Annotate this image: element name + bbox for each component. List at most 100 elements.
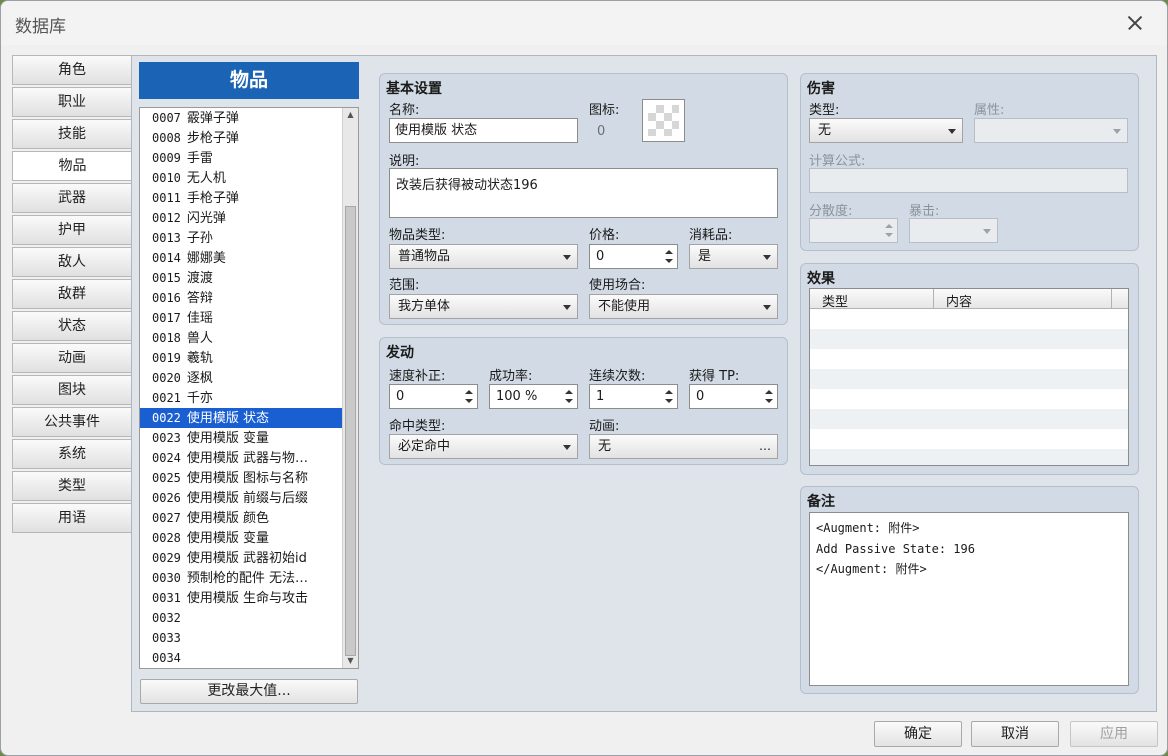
table-row[interactable] [810,369,1128,389]
list-item[interactable]: 0015 渡渡 [140,268,343,288]
close-icon[interactable] [1113,8,1157,38]
list-item[interactable]: 0033 [140,628,343,648]
item-id: 0017 [152,311,181,325]
item-id: 0033 [152,631,181,645]
stepper-arrows-icon[interactable] [564,387,574,407]
scroll-thumb[interactable] [345,206,356,656]
occasion-select[interactable]: 不能使用 [589,294,778,319]
tab-10[interactable]: 图块 [12,375,132,405]
change-max-button[interactable]: 更改最大值... [140,679,358,704]
tab-14[interactable]: 用语 [12,503,132,533]
icon-label: 图标: [589,103,620,118]
damage-type-select[interactable]: 无 [809,118,963,143]
empty-area [371,476,788,702]
list-item[interactable]: 0010 无人机 [140,168,343,188]
table-row[interactable] [810,349,1128,369]
repeats-stepper[interactable]: 1 [589,384,678,409]
consumable-select[interactable]: 是 [689,244,778,269]
table-row[interactable] [810,449,1128,465]
item-list[interactable]: 0007 霰弹子弹 0008 步枪子弹 0009 手雷 0010 无人机 0011 手枪子弹 001… [139,107,359,669]
tp-stepper[interactable]: 0 [689,384,778,409]
effects-table[interactable]: 类型 内容 [809,288,1129,466]
critical-select[interactable] [909,218,998,243]
tab-8[interactable]: 状态 [12,311,132,341]
list-item[interactable]: 0011 手枪子弹 [140,188,343,208]
apply-button[interactable]: 应用 [1070,721,1158,747]
list-item[interactable]: 0021 千亦 [140,388,343,408]
table-row[interactable] [810,409,1128,429]
list-item[interactable]: 0012 闪光弹 [140,208,343,228]
list-item[interactable]: 0027 使用模版 颜色 [140,508,343,528]
list-item[interactable]: 0024 使用模版 武器与物… [140,448,343,468]
cancel-button[interactable]: 取消 [971,721,1059,747]
tab-13[interactable]: 类型 [12,471,132,501]
note-field[interactable]: <Augment: 附件> Add Passive State: 196 </Aug… [809,512,1129,686]
list-item[interactable]: 0014 娜娜美 [140,248,343,268]
tab-3[interactable]: 物品 [12,151,133,181]
element-select[interactable] [974,118,1128,143]
tab-2[interactable]: 技能 [12,119,132,149]
stepper-arrows-icon[interactable] [884,221,894,241]
list-item[interactable]: 0018 兽人 [140,328,343,348]
animation-picker[interactable]: 无… [589,434,778,459]
table-row[interactable] [810,389,1128,409]
stepper-arrows-icon[interactable] [464,387,474,407]
tab-12[interactable]: 系统 [12,439,132,469]
tab-1[interactable]: 职业 [12,87,132,117]
list-item[interactable]: 0009 手雷 [140,148,343,168]
item-name: 使用模版 颜色 [186,511,270,526]
list-item[interactable]: 0025 使用模版 图标与名称 [140,468,343,488]
tab-9[interactable]: 动画 [12,343,132,373]
list-item[interactable]: 0031 使用模版 生命与攻击 [140,588,343,608]
table-row[interactable] [810,429,1128,449]
description-field[interactable]: 改装后获得被动状态196 [389,168,778,218]
list-item[interactable]: 0017 佳瑶 [140,308,343,328]
speed-stepper[interactable]: 0 [389,384,478,409]
tab-11[interactable]: 公共事件 [12,407,132,437]
list-item[interactable]: 0020 逐枫 [140,368,343,388]
tab-5[interactable]: 护甲 [12,215,132,245]
stepper-arrows-icon[interactable] [764,387,774,407]
scroll-up-icon[interactable]: ▲ [343,108,358,122]
note-line: Add Passive State: 196 [816,541,975,556]
item-type-select[interactable]: 普通物品 [389,244,578,269]
scope-select[interactable]: 我方单体 [389,294,578,319]
hit-type-select[interactable]: 必定命中 [389,434,578,459]
tab-4[interactable]: 武器 [12,183,132,213]
price-stepper[interactable]: 0 [589,244,678,269]
name-field[interactable]: 使用模版 状态 [389,118,578,143]
list-item[interactable]: 0029 使用模版 武器初始id [140,548,343,568]
scroll-down-icon[interactable]: ▼ [343,654,358,668]
item-name: 使用模版 武器与物… [186,451,309,466]
col-content[interactable]: 内容 [946,291,972,310]
tab-6[interactable]: 敌人 [12,247,132,277]
list-item[interactable]: 0016 答辩 [140,288,343,308]
list-item[interactable]: 0022 使用模版 状态 [140,408,343,428]
stepper-arrows-icon[interactable] [664,247,674,267]
list-item[interactable]: 0023 使用模版 变量 [140,428,343,448]
list-item[interactable]: 0026 使用模版 前缀与后缀 [140,488,343,508]
table-row[interactable] [810,329,1128,349]
list-item[interactable]: 0007 霰弹子弹 [140,108,343,128]
tab-7[interactable]: 敌群 [12,279,132,309]
tab-0[interactable]: 角色 [12,55,132,85]
formula-field[interactable] [809,168,1128,193]
list-item[interactable]: 0030 预制枪的配件 无法… [140,568,343,588]
item-name: 羲轨 [186,351,213,366]
success-stepper[interactable]: 100 % [489,384,578,409]
col-type[interactable]: 类型 [822,291,848,310]
list-scrollbar[interactable]: ▲ ▼ [342,108,358,668]
tp-value: 0 [696,389,705,404]
list-item[interactable]: 0019 羲轨 [140,348,343,368]
stepper-arrows-icon[interactable] [664,387,674,407]
list-item[interactable]: 0034 [140,648,343,668]
variance-stepper[interactable] [809,218,898,243]
list-item[interactable]: 0013 子孙 [140,228,343,248]
list-item[interactable]: 0008 步枪子弹 [140,128,343,148]
list-item[interactable]: 0028 使用模版 变量 [140,528,343,548]
item-id: 0014 [152,251,181,265]
table-row[interactable] [810,309,1128,329]
icon-picker[interactable] [642,99,685,142]
list-item[interactable]: 0032 [140,608,343,628]
ok-button[interactable]: 确定 [874,721,962,747]
